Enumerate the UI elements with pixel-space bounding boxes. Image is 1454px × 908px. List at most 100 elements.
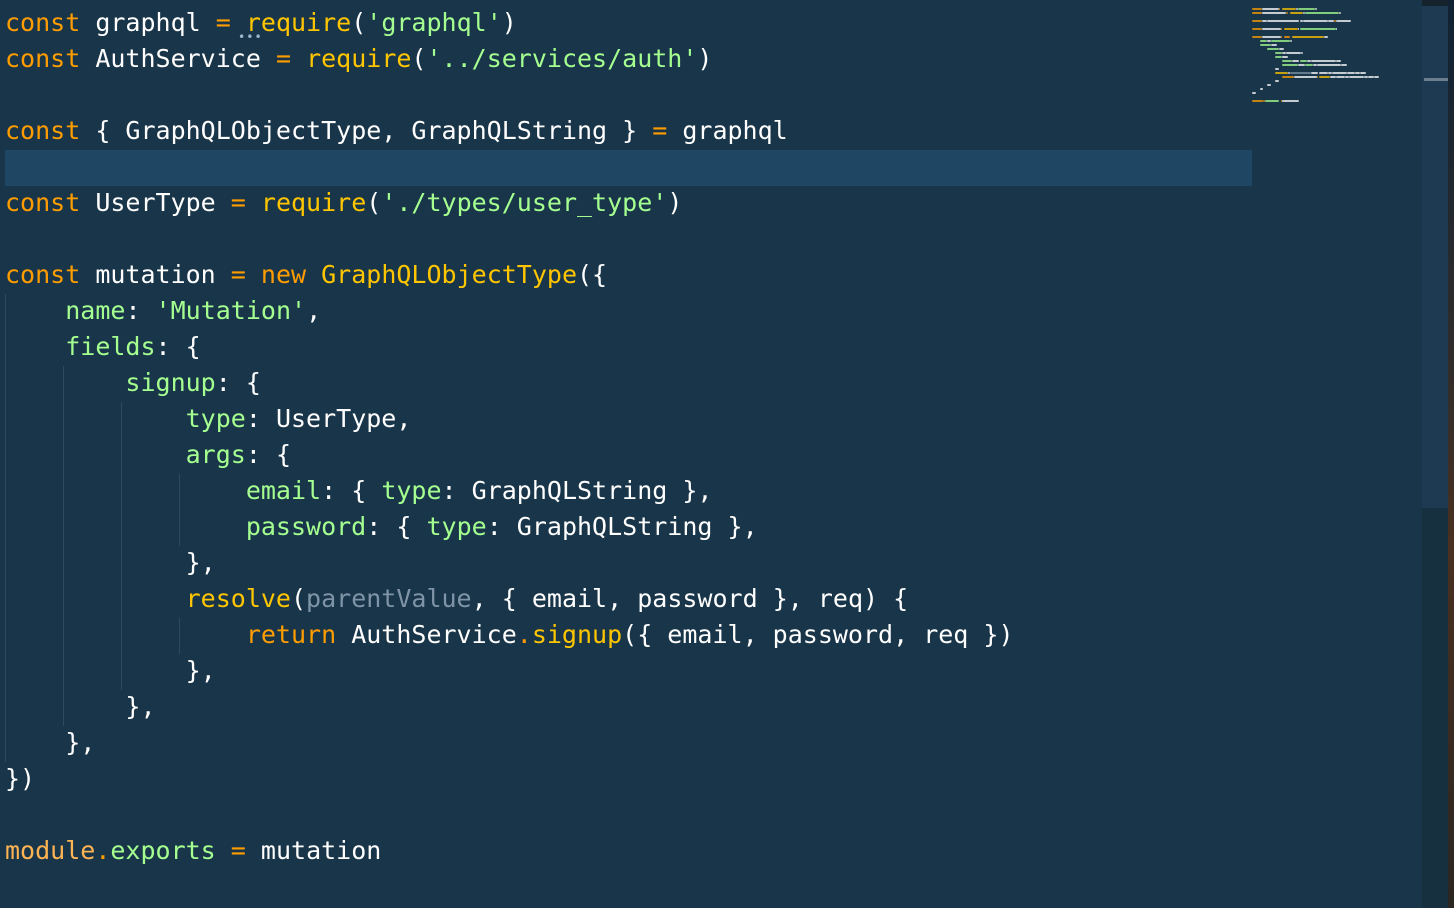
- code-line: return AuthService.signup({ email, passw…: [5, 617, 1014, 653]
- code-token: email: [245, 476, 322, 505]
- code-token: email: [531, 584, 608, 613]
- minimap-token: [1252, 36, 1262, 38]
- minimap-token: [1267, 84, 1271, 86]
- code-token: graphql: [80, 8, 216, 37]
- window-edge: [1448, 0, 1454, 908]
- code-token: GraphQLString: [411, 116, 608, 145]
- scrollbar-track-empty: [1422, 508, 1448, 908]
- code-line: const { GraphQLObjectType, GraphQLString…: [5, 113, 788, 149]
- code-token: .: [95, 836, 111, 865]
- minimap-token: [1274, 80, 1279, 82]
- code-token: :: [245, 404, 276, 433]
- code-token: UserType: [275, 404, 397, 433]
- minimap-token: [1252, 12, 1262, 14]
- current-line-highlight: [5, 150, 1252, 186]
- code-token: ,: [381, 116, 412, 145]
- minimap-token: [1303, 20, 1328, 22]
- minimap-token: [1335, 60, 1342, 62]
- code-token: ): [697, 44, 713, 73]
- code-token: mutation: [80, 260, 231, 289]
- code-token: ): [501, 8, 517, 37]
- minimap-token: [1297, 8, 1315, 10]
- minimap-token: [1291, 36, 1325, 38]
- code-token: exports: [110, 836, 216, 865]
- code-token: const: [5, 8, 81, 37]
- code-token: (: [351, 8, 367, 37]
- code-token: .: [516, 620, 532, 649]
- code-line: const UserType = require('./types/user_t…: [5, 185, 682, 221]
- code-token: password: [637, 584, 758, 613]
- code-token: return: [245, 620, 337, 649]
- minimap-token: [1267, 20, 1300, 22]
- code-token: ): [667, 188, 683, 217]
- code-line: resolve(parentValue, { email, password }…: [5, 581, 909, 617]
- minimap-token: [1284, 36, 1290, 38]
- code-token: : {: [321, 476, 382, 505]
- code-token: parentValue: [306, 584, 472, 613]
- code-editor[interactable]: const graphql = require('graphql') const …: [0, 0, 1252, 908]
- code-line: email: { type: GraphQLString },: [5, 473, 713, 509]
- code-token: require: [260, 188, 367, 217]
- minimap-token: [1259, 88, 1264, 90]
- minimap-token: [1290, 40, 1292, 42]
- minimap-token: [1278, 8, 1281, 10]
- code-token: new: [260, 260, 307, 289]
- code-token: GraphQLObjectType: [321, 260, 577, 289]
- code-token: : {: [366, 512, 427, 541]
- code-token: },: [125, 692, 156, 721]
- minimap-token: [1373, 76, 1380, 78]
- minimap-token: [1290, 12, 1304, 14]
- code-token: UserType: [80, 188, 231, 217]
- code-token: 'graphql': [366, 8, 502, 37]
- code-token: type: [381, 476, 442, 505]
- code-token: const: [5, 260, 81, 289]
- code-token: signup: [125, 368, 216, 397]
- code-token: },: [185, 656, 216, 685]
- minimap-token: [1360, 72, 1366, 74]
- code-line: },: [5, 545, 216, 581]
- minimap-token: [1335, 76, 1346, 78]
- minimap-token: [1261, 28, 1281, 30]
- code-line: fields: {: [5, 329, 200, 365]
- code-token: ({: [622, 620, 668, 649]
- minimap-token: [1252, 100, 1264, 102]
- minimap-token: [1282, 8, 1296, 10]
- code-token: args: [185, 440, 246, 469]
- minimap[interactable]: [1252, 0, 1422, 908]
- minimap-token: [1310, 72, 1319, 74]
- code-line: },: [5, 725, 95, 761]
- code-token: : {: [215, 368, 261, 397]
- code-token: =: [230, 188, 246, 217]
- minimap-token: [1282, 76, 1294, 78]
- minimap-token: [1318, 72, 1328, 74]
- code-token: : {: [245, 440, 291, 469]
- code-token: AuthService: [80, 44, 276, 73]
- code-token: type: [426, 512, 487, 541]
- lint-hint-marker: •••: [238, 30, 263, 44]
- code-line: type: UserType,: [5, 401, 412, 437]
- code-line: signup: {: [5, 365, 261, 401]
- code-token: './types/user_type': [381, 188, 668, 217]
- minimap-token: [1316, 64, 1342, 66]
- minimap-token: [1331, 72, 1347, 74]
- minimap-token: [1284, 28, 1298, 30]
- code-line: name: 'Mutation',: [5, 293, 321, 329]
- code-token: '../services/auth': [426, 44, 698, 73]
- minimap-token: [1324, 36, 1328, 38]
- code-token: ,: [396, 404, 412, 433]
- minimap-token: [1261, 12, 1287, 14]
- minimap-token: [1328, 20, 1334, 22]
- minimap-token: [1278, 48, 1285, 50]
- code-token: =: [275, 44, 291, 73]
- code-token: const: [5, 44, 81, 73]
